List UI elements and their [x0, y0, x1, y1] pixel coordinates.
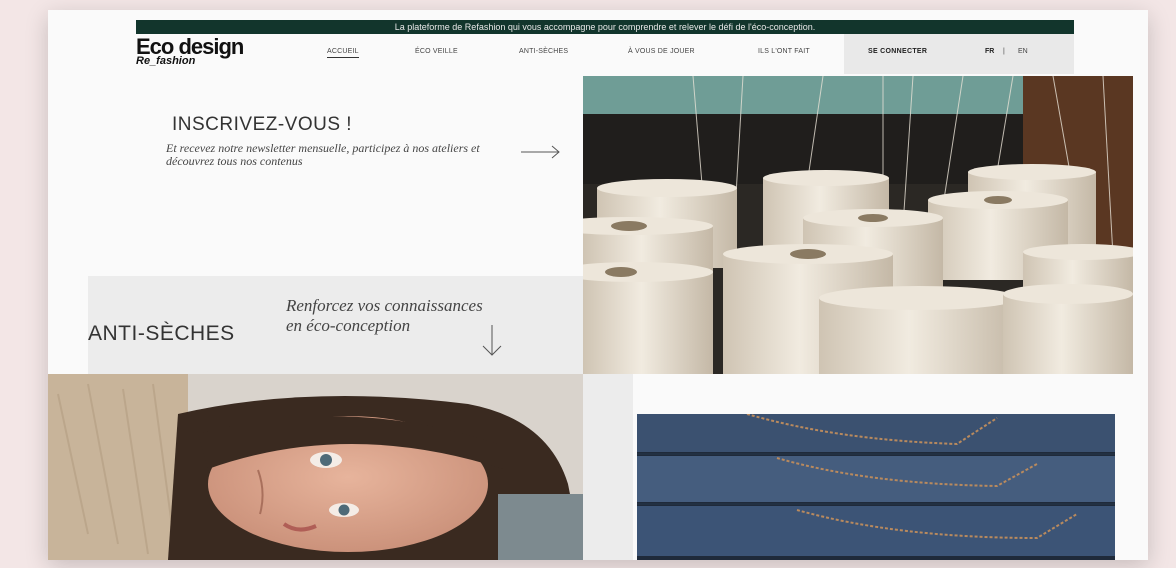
lang-separator: |: [1003, 48, 1005, 55]
jeans-image: [637, 414, 1115, 560]
nav-accueil[interactable]: ACCUEIL: [327, 48, 359, 58]
nav-a-vous-de-jouer[interactable]: À VOUS DE JOUER: [628, 48, 695, 55]
website-screen: La plateforme de Refashion qui vous acco…: [48, 10, 1148, 560]
arrow-right-icon[interactable]: [520, 144, 562, 160]
nav-anti-seches[interactable]: ANTI-SÈCHES: [519, 48, 568, 55]
lang-fr[interactable]: FR: [985, 48, 994, 55]
nav-eco-veille[interactable]: ÉCO VEILLE: [415, 48, 458, 55]
divider-block: [583, 374, 633, 560]
signup-text: Et recevez notre newsletter mensuelle, p…: [166, 141, 480, 168]
arrow-down-icon[interactable]: [480, 324, 504, 358]
announcement-bar: La plateforme de Refashion qui vous acco…: [136, 20, 1074, 34]
anti-seches-title[interactable]: ANTI-SÈCHES: [88, 322, 235, 346]
lang-en[interactable]: EN: [1018, 48, 1028, 55]
signup-title[interactable]: INSCRIVEZ-VOUS !: [172, 114, 352, 136]
nav-ils-lont-fait[interactable]: ILS L'ONT FAIT: [758, 48, 810, 55]
anti-seches-text: Renforcez vos connaissances en éco-conce…: [286, 296, 483, 335]
site-logo[interactable]: Eco design Re_fashion: [136, 36, 244, 67]
portrait-image: [48, 374, 583, 560]
thread-spools-image: [583, 76, 1133, 374]
login-button[interactable]: SE CONNECTER: [868, 48, 927, 55]
